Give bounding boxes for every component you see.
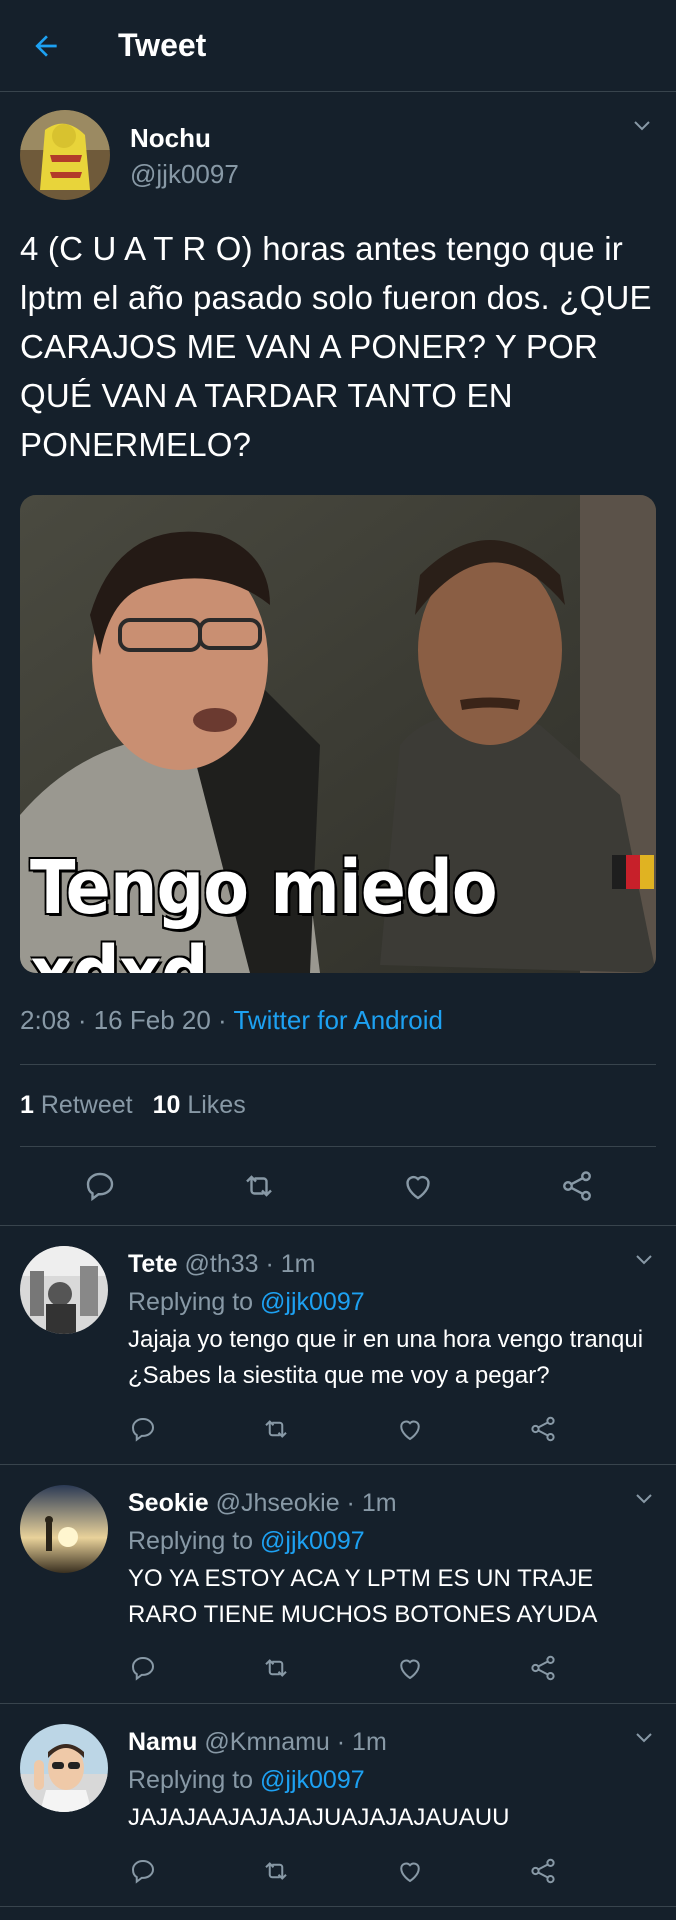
like-icon[interactable] bbox=[395, 1414, 425, 1444]
chevron-down-icon[interactable] bbox=[632, 1248, 656, 1272]
reply-icon[interactable] bbox=[128, 1653, 158, 1683]
tweet-media-image[interactable]: Tengo miedo xdxd bbox=[20, 495, 656, 973]
reply-handle-time: @th33 · 1m bbox=[184, 1250, 316, 1278]
chevron-down-icon[interactable] bbox=[632, 1487, 656, 1511]
back-arrow-icon[interactable] bbox=[26, 26, 66, 66]
like-label: Likes bbox=[187, 1091, 246, 1119]
replying-to: Replying to @jjk0097 bbox=[128, 1284, 656, 1320]
avatar[interactable] bbox=[20, 1724, 108, 1812]
meme-caption: Tengo miedo xdxd bbox=[30, 845, 498, 973]
main-tweet: Nochu @jjk0097 4 (C U A T R O) horas ant… bbox=[0, 92, 676, 1226]
avatar[interactable] bbox=[20, 110, 110, 200]
tweet-timestamp: 2:08 · 16 Feb 20 · Twitter for Android bbox=[20, 973, 656, 1065]
retweets-stat[interactable]: 1 Retweet bbox=[20, 1091, 133, 1120]
like-icon[interactable] bbox=[400, 1168, 436, 1204]
retweet-icon[interactable] bbox=[261, 1653, 291, 1683]
reply-handle-time: @Kmnamu · 1m bbox=[204, 1728, 387, 1756]
reply-actions bbox=[128, 1394, 558, 1464]
reply-text: YO YA ESTOY ACA Y LPTM ES UN TRAJE RARO … bbox=[128, 1565, 598, 1628]
tweet-stats: 1 Retweet 10 Likes bbox=[20, 1065, 656, 1147]
share-icon[interactable] bbox=[528, 1856, 558, 1886]
reply-icon[interactable] bbox=[128, 1856, 158, 1886]
reply-actions bbox=[128, 1633, 558, 1703]
replying-label: Replying to bbox=[128, 1527, 261, 1555]
mention-link[interactable]: @jjk0097 bbox=[260, 1288, 365, 1316]
reply-actions bbox=[128, 1836, 558, 1906]
mention-link[interactable]: @jjk0097 bbox=[260, 1527, 365, 1555]
reply-author-name[interactable]: Seokie bbox=[128, 1489, 209, 1517]
retweet-label: Retweet bbox=[40, 1091, 133, 1119]
reply-handle-time: @Jhseokie · 1m bbox=[215, 1489, 397, 1517]
author-name[interactable]: Nochu bbox=[130, 120, 239, 156]
reply-text: Jajaja yo tengo que ir en una hora vengo… bbox=[128, 1326, 644, 1389]
retweet-icon[interactable] bbox=[241, 1168, 277, 1204]
avatar[interactable] bbox=[20, 1246, 108, 1334]
author-handle[interactable]: @jjk0097 bbox=[130, 156, 239, 192]
replying-label: Replying to bbox=[128, 1766, 261, 1794]
reply-item[interactable]: Namu @Kmnamu · 1m Replying to @jjk0097 J… bbox=[0, 1704, 676, 1907]
chevron-down-icon[interactable] bbox=[630, 114, 654, 138]
tweet-text: 4 (C U A T R O) horas antes tengo que ir… bbox=[20, 230, 652, 463]
likes-stat[interactable]: 10 Likes bbox=[153, 1091, 246, 1120]
page-title: Tweet bbox=[118, 27, 207, 63]
share-icon[interactable] bbox=[528, 1414, 558, 1444]
chevron-down-icon[interactable] bbox=[632, 1726, 656, 1750]
tweet-actions bbox=[0, 1147, 676, 1226]
timestamp-text: 2:08 · 16 Feb 20 · bbox=[20, 1005, 234, 1035]
mention-link[interactable]: @jjk0097 bbox=[260, 1766, 365, 1794]
source-link[interactable]: Twitter for Android bbox=[233, 1005, 443, 1035]
top-bar: Tweet bbox=[0, 0, 676, 92]
tweet-author: Nochu @jjk0097 bbox=[20, 92, 656, 200]
reply-text: JAJAJAAJAJAJAJUAJAJAJAUAUU bbox=[128, 1804, 510, 1831]
like-icon[interactable] bbox=[395, 1653, 425, 1683]
share-icon[interactable] bbox=[528, 1653, 558, 1683]
reply-author-name[interactable]: Tete bbox=[128, 1250, 178, 1278]
like-count: 10 bbox=[152, 1091, 181, 1119]
replying-to: Replying to @jjk0097 bbox=[128, 1762, 656, 1798]
reply-author-name[interactable]: Namu bbox=[128, 1728, 197, 1756]
retweet-icon[interactable] bbox=[261, 1856, 291, 1886]
share-icon[interactable] bbox=[559, 1168, 595, 1204]
reply-item[interactable]: Tete @th33 · 1m Replying to @jjk0097 Jaj… bbox=[0, 1226, 676, 1465]
reply-icon[interactable] bbox=[82, 1168, 118, 1204]
retweet-count: 1 bbox=[20, 1091, 34, 1119]
avatar[interactable] bbox=[20, 1485, 108, 1573]
like-icon[interactable] bbox=[395, 1856, 425, 1886]
retweet-icon[interactable] bbox=[261, 1414, 291, 1444]
reply-icon[interactable] bbox=[128, 1414, 158, 1444]
replying-label: Replying to bbox=[128, 1288, 261, 1316]
replying-to: Replying to @jjk0097 bbox=[128, 1523, 656, 1559]
reply-item[interactable]: Seokie @Jhseokie · 1m Replying to @jjk00… bbox=[0, 1465, 676, 1704]
